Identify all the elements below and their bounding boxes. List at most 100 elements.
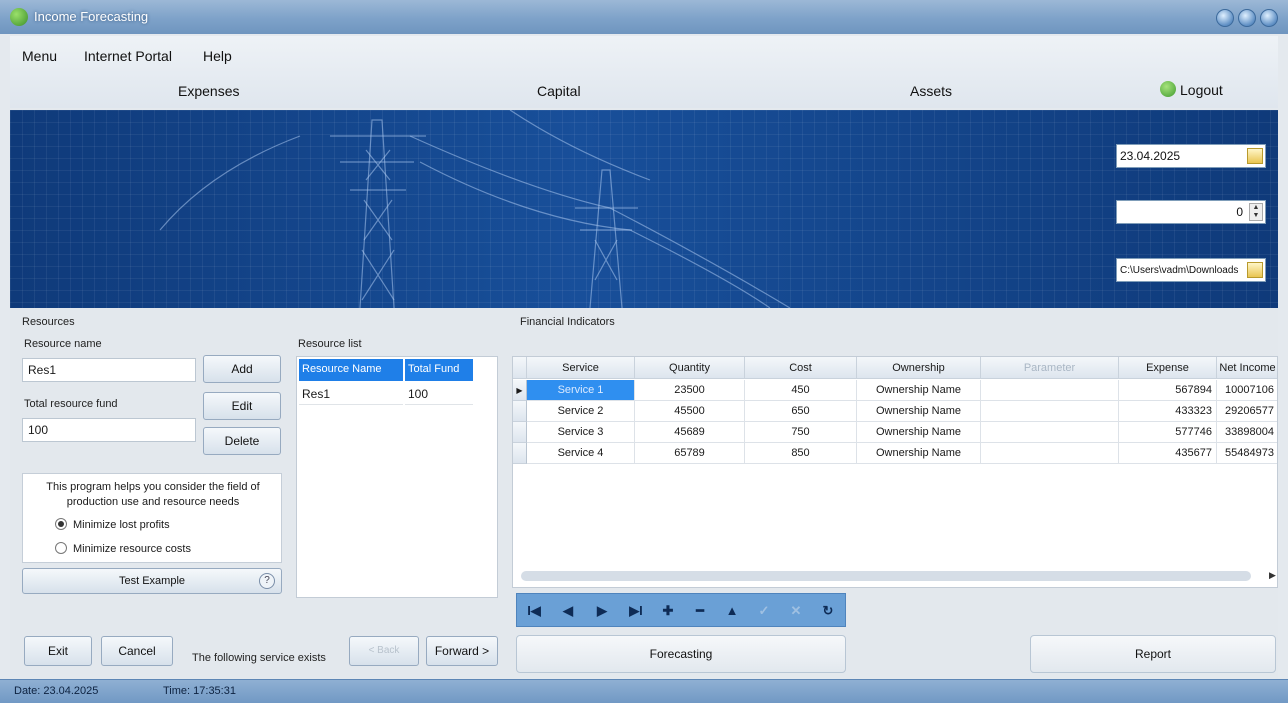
folder-path-field[interactable]: C:\Users\vadm\Downloads xyxy=(1116,258,1266,282)
radio-unchecked-icon[interactable] xyxy=(55,542,67,554)
column-header-service[interactable]: Service xyxy=(527,357,635,379)
first-record-icon[interactable]: I◀ xyxy=(523,602,545,620)
edit-record-icon[interactable]: ▲ xyxy=(721,602,743,620)
next-record-icon[interactable]: ▶ xyxy=(591,602,613,620)
cancel-button[interactable]: Cancel xyxy=(101,636,173,666)
forward-button[interactable]: Forward > xyxy=(426,636,498,666)
forecasting-button[interactable]: Forecasting xyxy=(516,635,846,673)
option-1-label: Minimize lost profits xyxy=(73,519,170,531)
test-example-button[interactable]: Test Example ? xyxy=(22,568,282,594)
folder-icon[interactable] xyxy=(1247,262,1263,278)
table-cell-parameter[interactable] xyxy=(981,443,1119,464)
table-cell-cost[interactable]: 850 xyxy=(745,443,857,464)
resource-list-header-name[interactable]: Resource Name xyxy=(299,359,403,381)
table-cell-ownership[interactable]: Ownership Name xyxy=(857,443,981,464)
table-cell-net-income[interactable]: 33898004 xyxy=(1217,422,1277,443)
logout-label: Logout xyxy=(1180,82,1223,98)
table-cell-expense[interactable]: 577746 xyxy=(1119,422,1217,443)
radio-minimize-lost-profits[interactable]: Minimize lost profits xyxy=(55,518,170,531)
row-selector-icon[interactable]: ▶ xyxy=(513,380,527,401)
column-header-cost[interactable]: Cost xyxy=(745,357,857,379)
table-cell-parameter[interactable] xyxy=(981,422,1119,443)
resource-fund-input[interactable]: 100 xyxy=(22,418,196,442)
number-stepper[interactable]: 0 ▲ ▼ xyxy=(1116,200,1266,224)
window-title: Income Forecasting xyxy=(34,9,149,24)
report-button[interactable]: Report xyxy=(1030,635,1276,673)
radio-checked-icon[interactable] xyxy=(55,518,67,530)
back-button[interactable]: < Back xyxy=(349,636,419,666)
logout-button[interactable]: Logout xyxy=(1160,81,1223,98)
resource-list-cell-fund[interactable]: 100 xyxy=(405,383,473,405)
date-value: 23.04.2025 xyxy=(1120,149,1181,163)
add-record-icon[interactable]: ✚ xyxy=(657,602,679,620)
table-cell-ownership[interactable]: Ownership Name xyxy=(857,380,981,401)
table-cell-net-income[interactable]: 55484973 xyxy=(1217,443,1277,464)
row-selector[interactable] xyxy=(513,422,527,443)
edit-button[interactable]: Edit xyxy=(203,392,281,420)
column-header-quantity[interactable]: Quantity xyxy=(635,357,745,379)
exit-button[interactable]: Exit xyxy=(24,636,92,666)
table-cell-service[interactable]: Service 2 xyxy=(527,401,635,422)
resource-list-header-fund[interactable]: Total Fund xyxy=(405,359,473,381)
table-cell-cost[interactable]: 650 xyxy=(745,401,857,422)
horizontal-scrollbar[interactable] xyxy=(521,571,1251,581)
date-picker[interactable]: 23.04.2025 xyxy=(1116,144,1266,168)
header-banner: 23.04.2025 0 ▲ ▼ C:\Users\vadm\Downloads xyxy=(10,110,1278,308)
menu-item-menu[interactable]: Menu xyxy=(22,48,57,64)
table-cell-quantity[interactable]: 45500 xyxy=(635,401,745,422)
row-selector[interactable] xyxy=(513,443,527,464)
previous-record-icon[interactable]: ◀ xyxy=(557,602,579,620)
folder-path-value: C:\Users\vadm\Downloads xyxy=(1120,265,1239,276)
close-icon[interactable] xyxy=(1260,9,1278,27)
resource-list-cell-name[interactable]: Res1 xyxy=(299,383,403,405)
column-header-expense[interactable]: Expense xyxy=(1119,357,1217,379)
help-icon[interactable]: ? xyxy=(259,573,275,589)
column-header-parameter[interactable]: Parameter xyxy=(981,357,1119,379)
financial-indicators-title: Financial Indicators xyxy=(520,316,615,328)
table-cell-quantity[interactable]: 23500 xyxy=(635,380,745,401)
menu-item-internet-portal[interactable]: Internet Portal xyxy=(84,48,172,64)
table-cell-quantity[interactable]: 45689 xyxy=(635,422,745,443)
table-cell-quantity[interactable]: 65789 xyxy=(635,443,745,464)
calendar-icon[interactable] xyxy=(1247,148,1263,164)
resource-name-input[interactable]: Res1 xyxy=(22,358,196,382)
table-cell-ownership[interactable]: Ownership Name xyxy=(857,422,981,443)
row-selector[interactable] xyxy=(513,401,527,422)
table-cell-expense[interactable]: 433323 xyxy=(1119,401,1217,422)
scroll-right-icon[interactable]: ▶ xyxy=(1269,570,1276,581)
table-cell-expense[interactable]: 435677 xyxy=(1119,443,1217,464)
radio-minimize-resource-costs[interactable]: Minimize resource costs xyxy=(55,542,191,555)
table-cell-net-income[interactable]: 29206577 xyxy=(1217,401,1277,422)
title-bar: Income Forecasting xyxy=(0,0,1288,34)
last-record-icon[interactable]: ▶I xyxy=(625,602,647,620)
table-cell-service[interactable]: Service 1 xyxy=(527,380,635,401)
resource-fund-label: Total resource fund xyxy=(24,398,118,410)
tab-expenses[interactable]: Expenses xyxy=(178,83,239,99)
table-cell-net-income[interactable]: 10007106 xyxy=(1217,380,1277,401)
refresh-icon[interactable]: ↻ xyxy=(817,602,839,620)
table-cell-parameter[interactable] xyxy=(981,401,1119,422)
delete-record-icon[interactable]: ━ xyxy=(689,602,711,620)
maximize-icon[interactable] xyxy=(1238,9,1256,27)
table-cell-expense[interactable]: 567894 xyxy=(1119,380,1217,401)
tab-capital[interactable]: Capital xyxy=(537,83,581,99)
table-cell-parameter[interactable] xyxy=(981,380,1119,401)
stepper-arrows-icon[interactable]: ▲ ▼ xyxy=(1249,203,1263,221)
resource-list-title: Resource list xyxy=(298,338,362,350)
post-edit-icon[interactable]: ✓ xyxy=(753,602,775,620)
menu-item-help[interactable]: Help xyxy=(203,48,232,64)
column-header-net-income[interactable]: Net Income xyxy=(1217,357,1277,379)
add-button[interactable]: Add xyxy=(203,355,281,383)
minimize-icon[interactable] xyxy=(1216,9,1234,27)
column-header-ownership[interactable]: Ownership xyxy=(857,357,981,379)
status-bar: Date: 23.04.2025 Time: 17:35:31 xyxy=(0,679,1288,703)
delete-button[interactable]: Delete xyxy=(203,427,281,455)
table-cell-ownership[interactable]: Ownership Name xyxy=(857,401,981,422)
table-cell-cost[interactable]: 450 xyxy=(745,380,857,401)
number-value: 0 xyxy=(1236,205,1243,219)
tab-assets[interactable]: Assets xyxy=(910,83,952,99)
table-cell-service[interactable]: Service 3 xyxy=(527,422,635,443)
table-cell-cost[interactable]: 750 xyxy=(745,422,857,443)
cancel-edit-icon[interactable]: ✕ xyxy=(785,602,807,620)
table-cell-service[interactable]: Service 4 xyxy=(527,443,635,464)
